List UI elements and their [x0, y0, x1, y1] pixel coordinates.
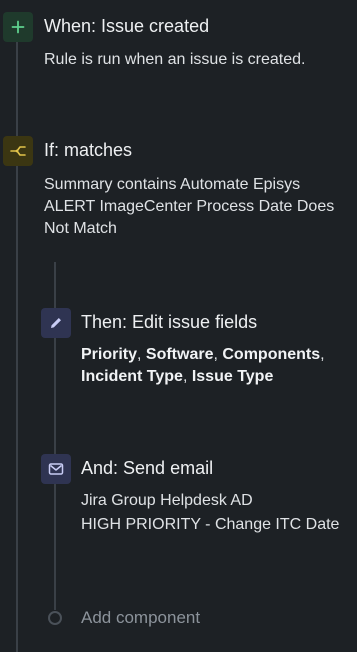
condition-title: If: matches: [44, 140, 133, 160]
email-subject: HIGH PRIORITY - Change ITC Date: [81, 516, 340, 533]
add-component-button[interactable]: Add component: [81, 608, 200, 628]
edited-field: Issue Type: [191, 368, 274, 385]
edited-field: Components: [222, 346, 321, 363]
edited-field: Priority: [81, 346, 138, 363]
plus-icon: [3, 12, 33, 42]
send-email-title: And: Send email: [81, 458, 214, 478]
edit-fields-list: Priority, Software, Components, Incident…: [81, 346, 325, 385]
edited-field: Software: [145, 346, 214, 363]
condition-description: Summary contains Automate Episys ALERT I…: [44, 176, 335, 237]
edited-field: Incident Type: [81, 368, 183, 385]
pencil-icon: [41, 308, 71, 338]
trigger-description: Rule is run when an issue is created.: [44, 51, 306, 68]
email-recipient: Jira Group Helpdesk AD: [81, 492, 253, 509]
add-component-dot[interactable]: [48, 611, 62, 625]
edit-fields-title: Then: Edit issue fields: [81, 312, 258, 332]
rule-timeline-line: [16, 40, 18, 652]
branch-icon: [3, 136, 33, 166]
mail-icon: [41, 454, 71, 484]
trigger-title: When: Issue created: [44, 16, 210, 36]
